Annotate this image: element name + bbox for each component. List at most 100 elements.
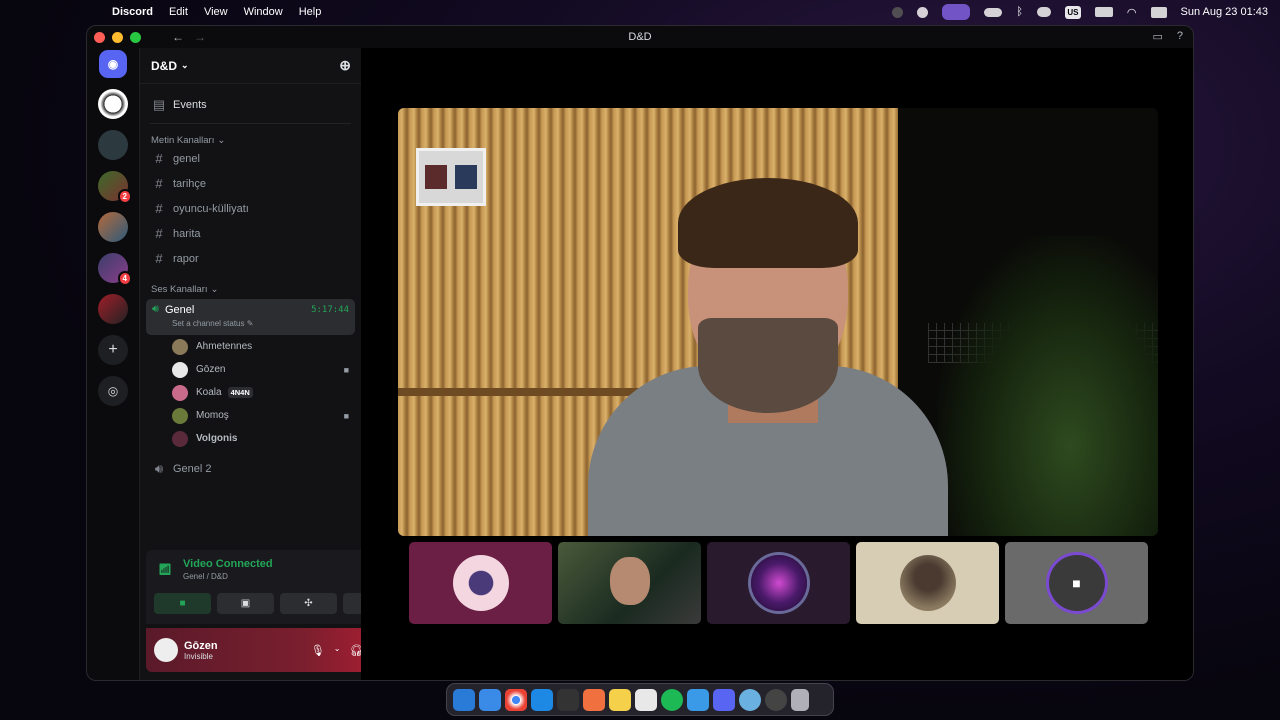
text-category-header[interactable]: Metin Kanalları ⌄ — [140, 124, 361, 146]
zoom-window-button[interactable] — [130, 31, 141, 43]
voice-user[interactable]: Momoş ■ — [140, 404, 361, 427]
menu-window[interactable]: Window — [244, 6, 283, 18]
guild-name: D&D — [151, 58, 177, 73]
voice-channel-genel-2[interactable]: 🔊︎ Genel 2 — [140, 456, 361, 481]
screen-share-icon[interactable] — [942, 4, 971, 20]
channel-genel[interactable]: # genel — [140, 146, 361, 171]
server-icon-2[interactable] — [98, 130, 128, 160]
chevron-down-icon: ⌄ — [217, 135, 226, 146]
signal-icon[interactable]: 📶︎ — [158, 563, 172, 576]
video-stage: ■ — [361, 48, 1193, 680]
menu-help[interactable]: Help — [299, 6, 322, 18]
channel-rapor[interactable]: # rapor — [140, 246, 361, 271]
user-name[interactable]: Gōzen — [184, 640, 218, 652]
camera-toggle-button[interactable]: ■ — [154, 593, 211, 614]
inbox-icon[interactable]: ▭ — [1152, 30, 1162, 43]
channel-name: tarihçe — [173, 177, 207, 190]
voice-user[interactable]: Koala 4N4N — [140, 381, 361, 404]
safari-icon[interactable] — [739, 688, 761, 711]
terminal-icon[interactable] — [557, 688, 579, 711]
activities-button[interactable]: ✣ — [280, 593, 337, 614]
minimize-window-button[interactable] — [112, 31, 123, 43]
cloud-icon[interactable] — [984, 7, 1003, 17]
help-icon[interactable]: ? — [1177, 30, 1183, 43]
events-item[interactable]: ▤ Events — [140, 92, 361, 117]
trash-icon[interactable] — [791, 688, 809, 711]
server-icon-3[interactable]: 2 — [98, 171, 132, 204]
window-titlebar: ← → D&D ▭ ? — [87, 26, 1193, 48]
chevron-down-icon: ⌄ — [210, 284, 219, 295]
video-thumbnail[interactable] — [409, 542, 552, 624]
server-icon-5[interactable]: 4 — [98, 253, 132, 286]
window-title: D&D — [628, 31, 652, 43]
calendar-icon: ▤ — [152, 96, 166, 112]
hashtag-icon: # — [155, 151, 163, 166]
activity-monitor-icon[interactable] — [765, 688, 787, 711]
finder-icon[interactable] — [453, 688, 475, 711]
server-icon-panda[interactable] — [98, 89, 128, 119]
guild-header[interactable]: D&D ⌄ ⊕ — [140, 48, 361, 84]
hashtag-icon: # — [155, 226, 163, 241]
video-thumbnail[interactable] — [856, 542, 999, 624]
video-thumbnail[interactable]: ■ — [1005, 542, 1148, 624]
slack-icon[interactable] — [635, 688, 657, 711]
avatar — [172, 384, 188, 401]
channel-sidebar: D&D ⌄ ⊕ ▤ Events Metin Kanalları ⌄ # gene… — [139, 48, 408, 680]
invite-people-icon[interactable]: ⊕ — [339, 57, 351, 74]
server-list: ◉ 2 4 + ◎ — [87, 48, 139, 680]
discover-icon[interactable]: ◎ — [98, 376, 128, 406]
voice-user[interactable]: Ahmetennes — [140, 335, 361, 358]
bluetooth-icon[interactable]: ᛒ — [1016, 6, 1023, 18]
voice-channel-genel[interactable]: 🔊︎ Genel Set a channel status ✎ 5:17:44 — [146, 299, 355, 335]
channel-status-prompt[interactable]: Set a channel status ✎ — [152, 319, 349, 328]
menu-app-name[interactable]: Discord — [112, 6, 153, 18]
channel-tarihce[interactable]: # tarihçe — [140, 171, 361, 196]
control-center-icon[interactable] — [1150, 6, 1167, 18]
mail-icon[interactable] — [479, 688, 501, 711]
macos-dock — [446, 683, 834, 716]
voice-category-header[interactable]: Ses Kanalları ⌄ — [140, 273, 361, 295]
sync-icon[interactable] — [917, 6, 929, 18]
chrome-icon[interactable] — [505, 688, 527, 711]
close-window-button[interactable] — [94, 31, 105, 43]
voice-user[interactable]: Volgonis — [140, 427, 361, 450]
wifi-icon[interactable]: ◠ — [1127, 6, 1137, 19]
events-label: Events — [173, 98, 207, 111]
user-avatar[interactable] — [154, 638, 178, 662]
files-icon[interactable] — [687, 688, 709, 711]
notes-icon[interactable] — [609, 688, 631, 711]
keyboard-layout-badge[interactable]: US — [1064, 5, 1081, 19]
voice-user[interactable]: Gōzen ■ — [140, 358, 361, 381]
discord-icon[interactable] — [713, 688, 735, 711]
add-server-icon[interactable]: + — [98, 335, 128, 365]
back-arrow-icon[interactable]: ← — [172, 30, 184, 44]
video-thumbnail[interactable] — [558, 542, 701, 624]
channel-name: oyuncu-külliyatı — [173, 202, 249, 215]
menubar-status-area: ᛒ US ◠ Sun Aug 23 01:43 — [892, 4, 1268, 20]
discord-home-icon[interactable]: ◉ — [99, 50, 127, 78]
menu-edit[interactable]: Edit — [169, 6, 188, 18]
server-icon-4[interactable] — [98, 212, 128, 242]
avatar — [172, 361, 188, 378]
chevron-down-icon[interactable]: ⌄ — [334, 644, 341, 657]
forward-arrow-icon[interactable]: → — [194, 30, 206, 44]
screen-share-button[interactable]: ▣ — [217, 593, 274, 614]
channel-harita[interactable]: # harita — [140, 221, 361, 246]
focused-video-tile[interactable] — [398, 108, 1158, 536]
menu-view[interactable]: View — [204, 6, 228, 18]
menubar-clock[interactable]: Sun Aug 23 01:43 — [1181, 6, 1268, 18]
chevron-down-icon: ⌄ — [181, 60, 189, 70]
channel-name: harita — [173, 227, 201, 240]
battery-icon[interactable] — [1094, 7, 1113, 17]
app-orange-icon[interactable] — [583, 688, 605, 711]
microphone-icon[interactable]: 🎙︎ — [311, 644, 325, 657]
gamepad-icon[interactable] — [1036, 7, 1051, 17]
spotify-icon[interactable] — [661, 688, 683, 711]
record-icon[interactable] — [892, 6, 904, 18]
server-icon-6[interactable] — [98, 294, 128, 324]
video-thumbnail[interactable] — [707, 542, 850, 624]
voice-user-name: Gōzen — [196, 364, 226, 375]
avatar — [750, 555, 807, 611]
xcode-icon[interactable] — [531, 688, 553, 711]
channel-oyuncu-kulliyati[interactable]: # oyuncu-külliyatı — [140, 196, 361, 221]
